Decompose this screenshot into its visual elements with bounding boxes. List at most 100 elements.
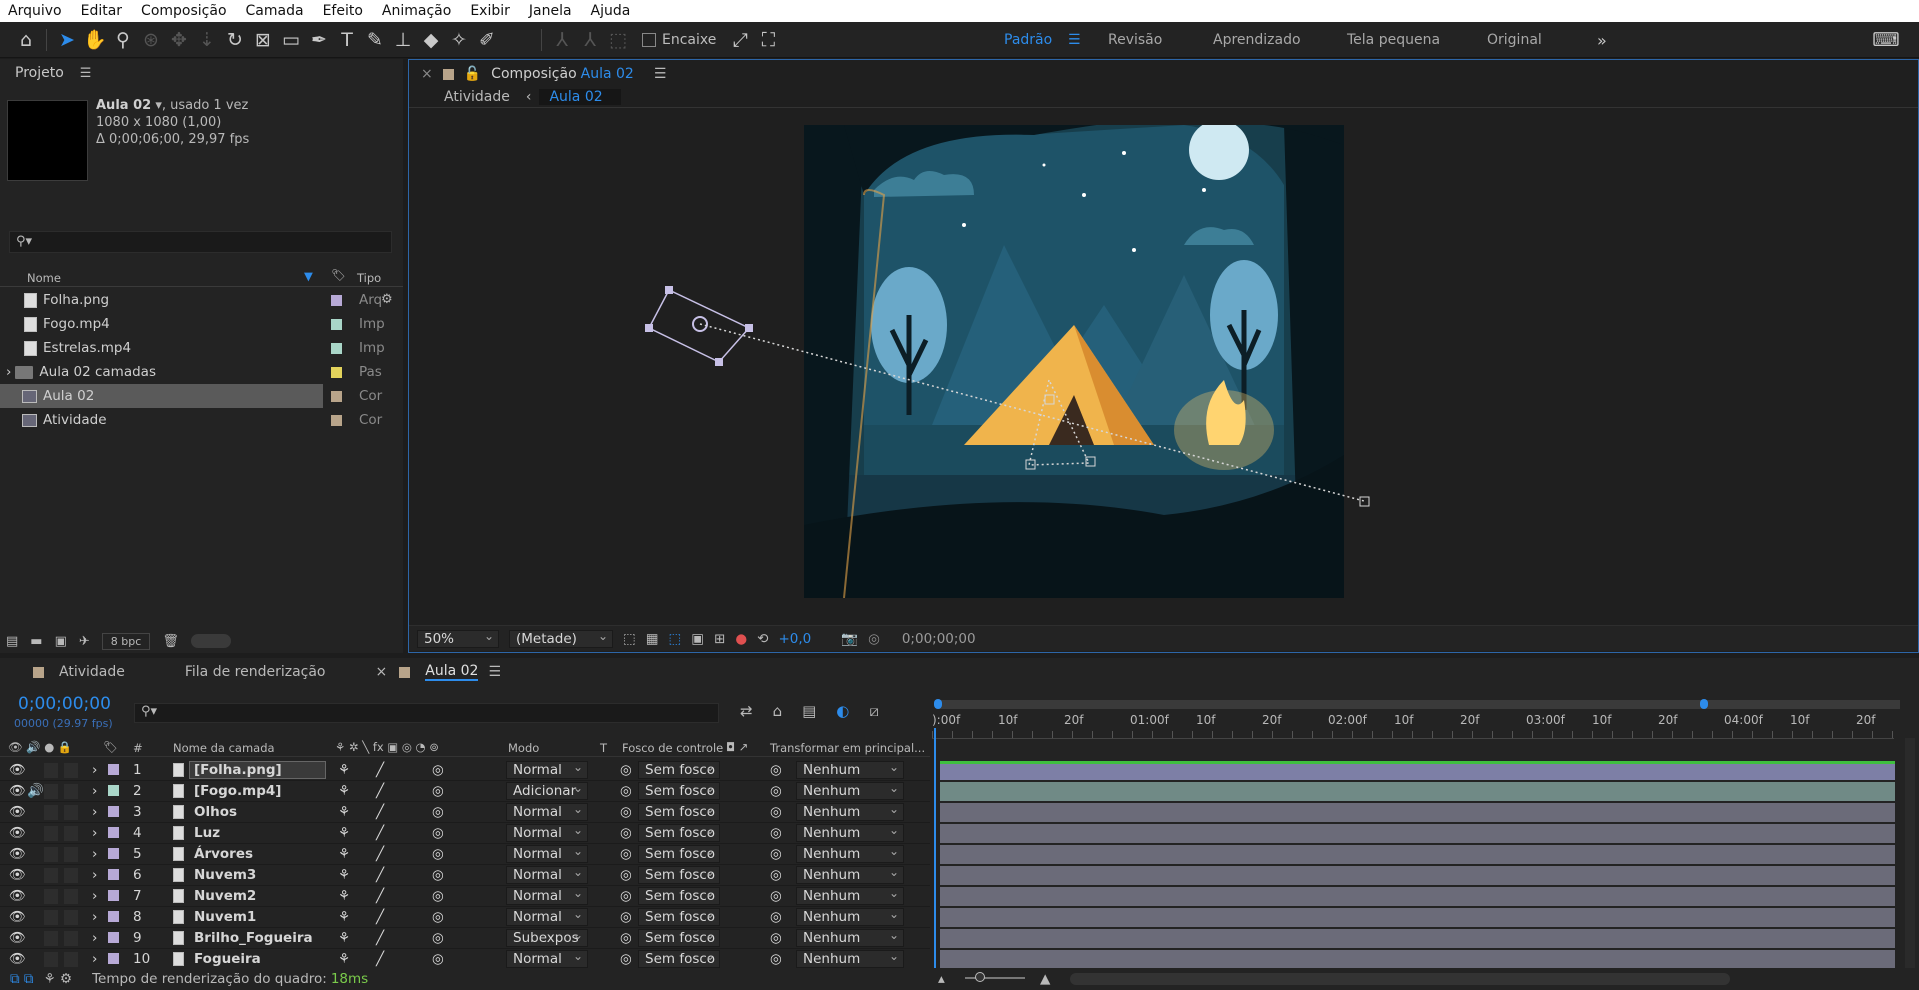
layer-label-color[interactable] (108, 869, 119, 880)
parent-dropdown[interactable]: Nenhum (796, 929, 904, 947)
transparency-grid-icon[interactable]: ▦ (646, 631, 659, 647)
parent-pickwhip-icon[interactable]: ◎ (770, 909, 782, 925)
layer-row[interactable]: 👁 › 10 Fogueira ⚘ ╱ ◎ Normal ◎ Sem fosco ◎ Nenhum (0, 949, 930, 968)
matte-pickwhip-icon[interactable]: ◎ (620, 930, 632, 946)
quality-switch-icon[interactable]: ╱ (376, 867, 384, 883)
motion-path-overlay[interactable] (409, 60, 1918, 652)
solo-toggle[interactable] (44, 930, 58, 946)
menu-item-1[interactable]: Editar (81, 3, 122, 19)
shy-switch-icon[interactable]: ⚘ (338, 846, 350, 862)
layer-label-color[interactable] (108, 827, 119, 838)
interpret-footage-icon[interactable]: ▤ (6, 634, 18, 649)
track-matte-dropdown[interactable]: Sem fosco (638, 824, 720, 842)
matte-pickwhip-icon[interactable]: ◎ (620, 867, 632, 883)
zoom-dropdown[interactable]: 50% (417, 629, 499, 648)
track-matte-dropdown[interactable]: Sem fosco (638, 887, 720, 905)
workspace-original[interactable]: Original (1487, 22, 1542, 58)
visibility-eye-icon[interactable]: 👁 (9, 783, 26, 799)
matte-pickwhip-icon[interactable]: ◎ (620, 825, 632, 841)
visibility-eye-icon[interactable]: 👁 (9, 909, 26, 925)
work-area-start-handle[interactable] (934, 699, 942, 709)
selection-tool-icon[interactable]: ➤ (53, 26, 81, 54)
new-composition-icon[interactable]: ▣ (55, 634, 67, 649)
puppet-pin-icon[interactable]: ✐ (473, 26, 501, 54)
lock-toggle[interactable] (64, 783, 78, 799)
work-area-bar[interactable] (938, 700, 1900, 709)
motion-blur-switch-icon[interactable]: ◎ (432, 783, 444, 799)
layer-duration-bar[interactable] (940, 803, 1895, 822)
tab-atividade[interactable]: Atividade (59, 664, 125, 680)
matte-pickwhip-icon[interactable]: ◎ (620, 762, 632, 778)
snap-edges-icon[interactable]: ⤢ (726, 26, 754, 54)
motion-blur-switch-icon[interactable]: ◎ (432, 888, 444, 904)
pan-behind-icon[interactable]: ✥ (165, 26, 193, 54)
motion-blur-switch-icon[interactable]: ◎ (432, 951, 444, 967)
zoom-slider-thumb[interactable] (975, 972, 985, 982)
keyboard-icon[interactable]: ⌨ (1872, 26, 1900, 54)
project-list-item[interactable]: Atividade Cor (0, 408, 382, 432)
quality-switch-icon[interactable]: ╱ (376, 951, 384, 967)
comp-flowchart-icon[interactable]: ⇄ (740, 702, 753, 720)
layer-row[interactable]: 👁 › 1 [Folha.png] ⚘ ╱ ◎ Normal ◎ Sem fosco ◎ Nenhum (0, 760, 930, 781)
time-ruler[interactable]: ):00f 10f 20f 01:00f 10f 20f 02:00f 10f 20f 03:00… (932, 698, 1902, 758)
quality-switch-icon[interactable]: ╱ (376, 909, 384, 925)
visibility-eye-icon[interactable]: 👁 (9, 846, 26, 862)
layer-mode-dropdown[interactable]: Subexpos (506, 929, 588, 947)
project-list-item[interactable]: Aula 02 Cor (0, 384, 382, 408)
layer-label-color[interactable] (108, 764, 119, 775)
brush-tool-icon[interactable]: ✎ (361, 26, 389, 54)
project-list-item[interactable]: Fogo.mp4 Imp (0, 312, 385, 336)
solo-toggle[interactable] (44, 783, 58, 799)
matte-pickwhip-icon[interactable]: ◎ (620, 804, 632, 820)
layer-name[interactable]: Brilho_Fogueira (190, 930, 325, 946)
track-matte-dropdown[interactable]: Sem fosco (638, 803, 720, 821)
track-matte-dropdown[interactable]: Sem fosco (638, 929, 720, 947)
layer-label-color[interactable] (108, 953, 119, 964)
tab-aula-02[interactable]: Aula 02 (425, 663, 479, 681)
bit-depth-label[interactable]: 8 bpc (101, 632, 151, 650)
channel-icon[interactable]: ● (735, 631, 747, 647)
parent-pickwhip-icon[interactable]: ◎ (770, 867, 782, 883)
axis-view-icon[interactable]: ⬚ (604, 26, 632, 54)
region-of-interest-icon[interactable]: ▣ (691, 631, 704, 647)
parent-dropdown[interactable]: Nenhum (796, 782, 904, 800)
quality-switch-icon[interactable]: ╱ (376, 783, 384, 799)
motion-blur-switch-icon[interactable]: ◎ (432, 867, 444, 883)
layer-mode-dropdown[interactable]: Normal (506, 908, 588, 926)
visibility-eye-icon[interactable]: 👁 (9, 930, 26, 946)
clone-stamp-icon[interactable]: ⊥ (389, 26, 417, 54)
track-matte-dropdown[interactable]: Sem fosco (638, 908, 720, 926)
layer-name[interactable]: [Folha.png] (189, 761, 326, 779)
audio-icon[interactable]: 🔊 (27, 783, 44, 799)
parent-pickwhip-icon[interactable]: ◎ (770, 951, 782, 967)
parent-pickwhip-icon[interactable]: ◎ (770, 783, 782, 799)
shy-switch-icon[interactable]: ⚘ (338, 888, 350, 904)
visibility-eye-icon[interactable]: 👁 (9, 825, 26, 841)
layer-name[interactable]: Nuvem1 (190, 909, 325, 925)
frame-blending-icon[interactable]: ▤ (802, 702, 816, 720)
label-tag-icon[interactable]: 🏷 (331, 268, 346, 282)
layer-label-color[interactable] (108, 785, 119, 796)
home-icon[interactable]: ⌂ (12, 26, 40, 54)
layer-mode-dropdown[interactable]: Normal (506, 887, 588, 905)
layer-row[interactable]: 👁 › 6 Nuvem3 ⚘ ╱ ◎ Normal ◎ Sem fosco ◎ Nenhum (0, 865, 930, 886)
project-list-item[interactable]: › Aula 02 camadas Pas (0, 360, 382, 384)
shy-switch-icon[interactable]: ⚘ (338, 867, 350, 883)
layer-mode-dropdown[interactable]: Normal (506, 803, 588, 821)
column-track-matte[interactable]: Fosco de controle (622, 741, 723, 755)
close-icon[interactable]: × (376, 664, 388, 680)
rotate-tool-icon[interactable]: ↻ (221, 26, 249, 54)
parent-dropdown[interactable]: Nenhum (796, 908, 904, 926)
exposure-value[interactable]: +0,0 (778, 631, 811, 647)
parent-dropdown[interactable]: Nenhum (796, 950, 904, 968)
pen-tool-icon[interactable]: ✒ (305, 26, 333, 54)
expand-chevron-icon[interactable]: › (92, 846, 97, 862)
layer-row[interactable]: 👁 › 3 Olhos ⚘ ╱ ◎ Normal ◎ Sem fosco ◎ Nenhum (0, 802, 930, 823)
workspace-menu-icon[interactable]: ☰ (1068, 22, 1081, 58)
quality-switch-icon[interactable]: ╱ (376, 804, 384, 820)
expand-chevron-icon[interactable]: › (92, 888, 97, 904)
layer-row[interactable]: 👁 › 7 Nuvem2 ⚘ ╱ ◎ Normal ◎ Sem fosco ◎ Nenhum (0, 886, 930, 907)
parent-dropdown[interactable]: Nenhum (796, 761, 904, 779)
visibility-eye-icon[interactable]: 👁 (9, 762, 26, 778)
expand-chevron-icon[interactable]: › (92, 951, 97, 967)
